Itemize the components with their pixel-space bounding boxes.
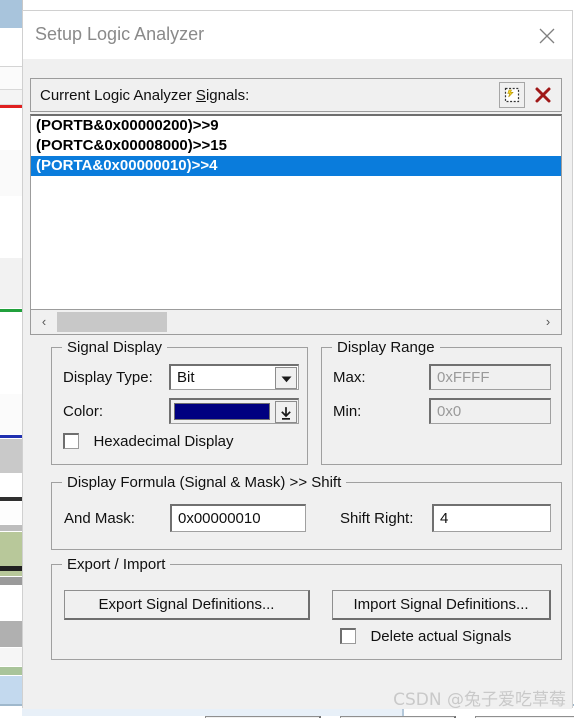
bg-row xyxy=(0,566,22,571)
display-type-label: Display Type: xyxy=(63,369,153,386)
min-label: Min: xyxy=(333,403,362,420)
new-signal-button[interactable] xyxy=(499,82,525,108)
bg-row xyxy=(0,109,22,149)
bg-row xyxy=(0,502,22,524)
display-type-combobox[interactable]: Bit xyxy=(169,364,299,390)
screenshot-root: Setup Logic Analyzer Current Logic Analy… xyxy=(0,0,574,718)
shift-right-input[interactable]: 4 xyxy=(432,504,551,532)
bg-row xyxy=(0,525,22,531)
color-swatch[interactable] xyxy=(174,403,270,420)
bg-row xyxy=(0,621,22,647)
list-item[interactable]: (PORTC&0x00008000)>>15 xyxy=(31,136,561,156)
hexadecimal-display-label: Hexadecimal Display xyxy=(93,433,234,450)
and-mask-input[interactable]: 0x00000010 xyxy=(170,504,306,532)
export-import-legend: Export / Import xyxy=(62,556,171,573)
color-label: Color: xyxy=(63,403,104,420)
bg-row xyxy=(0,474,22,496)
and-mask-label: And Mask: xyxy=(64,510,135,527)
bg-row xyxy=(0,28,22,67)
signals-listbox[interactable]: (PORTB&0x00000200)>>9 (PORTC&0x00008000)… xyxy=(30,114,562,310)
signals-header-label-post: ignals: xyxy=(205,87,250,104)
bg-row xyxy=(0,90,22,105)
display-formula-group: Display Formula (Signal & Mask) >> Shift… xyxy=(51,474,562,550)
bg-row xyxy=(0,586,22,620)
bg-row xyxy=(0,197,22,257)
signal-display-legend: Signal Display xyxy=(62,339,168,356)
bg-row xyxy=(0,67,22,90)
checkbox-box[interactable] xyxy=(63,433,79,449)
background-window-edge xyxy=(0,0,23,718)
background-scrollbar xyxy=(22,708,404,716)
bg-row xyxy=(0,497,22,501)
signal-color-picker[interactable] xyxy=(169,398,299,424)
delete-red-x-icon xyxy=(535,87,551,103)
checkbox-box[interactable] xyxy=(340,628,356,644)
dialog-title: Setup Logic Analyzer xyxy=(35,24,205,44)
bg-row xyxy=(0,394,22,434)
signals-header-bar: Current Logic Analyzer Signals: xyxy=(30,78,562,112)
scrollbar-thumb[interactable] xyxy=(57,312,167,332)
bg-row xyxy=(0,150,22,196)
min-input[interactable]: 0x0 xyxy=(429,398,551,424)
close-x-icon xyxy=(539,28,555,44)
delete-actual-signals-checkbox[interactable]: Delete actual Signals xyxy=(340,628,511,646)
arrow-down-bar-icon xyxy=(281,407,291,420)
bg-row xyxy=(0,0,22,28)
display-formula-legend: Display Formula (Signal & Mask) >> Shift xyxy=(62,474,347,491)
signal-display-group: Signal Display Display Type: Bit Color: xyxy=(51,339,308,465)
export-import-group: Export / Import Export Signal Definition… xyxy=(51,556,562,660)
bg-row xyxy=(0,667,22,675)
signals-header-label-mnemonic: S xyxy=(195,87,206,104)
dialog-titlebar: Setup Logic Analyzer xyxy=(23,11,572,59)
scroll-right-arrow-icon[interactable]: › xyxy=(537,310,559,333)
bg-row xyxy=(0,309,22,312)
close-window-button[interactable] xyxy=(528,21,566,49)
bg-row xyxy=(0,313,22,393)
color-dropdown-button[interactable] xyxy=(275,401,297,423)
scroll-left-arrow-icon[interactable]: ‹ xyxy=(33,310,55,333)
new-signal-icon xyxy=(504,87,520,103)
bg-row xyxy=(0,577,22,585)
signals-header-label-pre: Current Logic Analyzer xyxy=(40,87,196,104)
shift-right-label: Shift Right: xyxy=(340,510,414,527)
hexadecimal-display-checkbox[interactable]: Hexadecimal Display xyxy=(63,433,234,451)
bg-row xyxy=(0,676,22,706)
export-signal-definitions-button[interactable]: Export Signal Definitions... xyxy=(64,590,310,620)
import-signal-definitions-button[interactable]: Import Signal Definitions... xyxy=(332,590,551,620)
chevron-down-icon xyxy=(281,376,291,383)
dialog-body: Current Logic Analyzer Signals: (PORTB&0… xyxy=(23,59,574,718)
list-item[interactable]: (PORTA&0x00000010)>>4 xyxy=(31,156,561,176)
list-item[interactable]: (PORTB&0x00000200)>>9 xyxy=(31,116,561,136)
signals-horizontal-scrollbar[interactable]: ‹ › xyxy=(30,310,562,335)
bg-row xyxy=(0,648,22,666)
signals-header-label: Current Logic Analyzer Signals: xyxy=(40,87,249,104)
max-input[interactable]: 0xFFFF xyxy=(429,364,551,390)
display-type-value: Bit xyxy=(177,369,195,386)
delete-signal-button[interactable] xyxy=(530,82,556,108)
display-type-dropdown-button[interactable] xyxy=(275,367,297,389)
bg-row xyxy=(0,439,22,473)
setup-logic-analyzer-dialog: Setup Logic Analyzer Current Logic Analy… xyxy=(22,10,574,718)
display-range-legend: Display Range xyxy=(332,339,440,356)
max-label: Max: xyxy=(333,369,366,386)
bg-row xyxy=(0,435,22,438)
display-range-group: Display Range Max: 0xFFFF Min: 0x0 xyxy=(321,339,562,465)
delete-actual-signals-label: Delete actual Signals xyxy=(370,628,512,645)
bg-row xyxy=(0,258,22,308)
bg-row xyxy=(0,105,22,108)
